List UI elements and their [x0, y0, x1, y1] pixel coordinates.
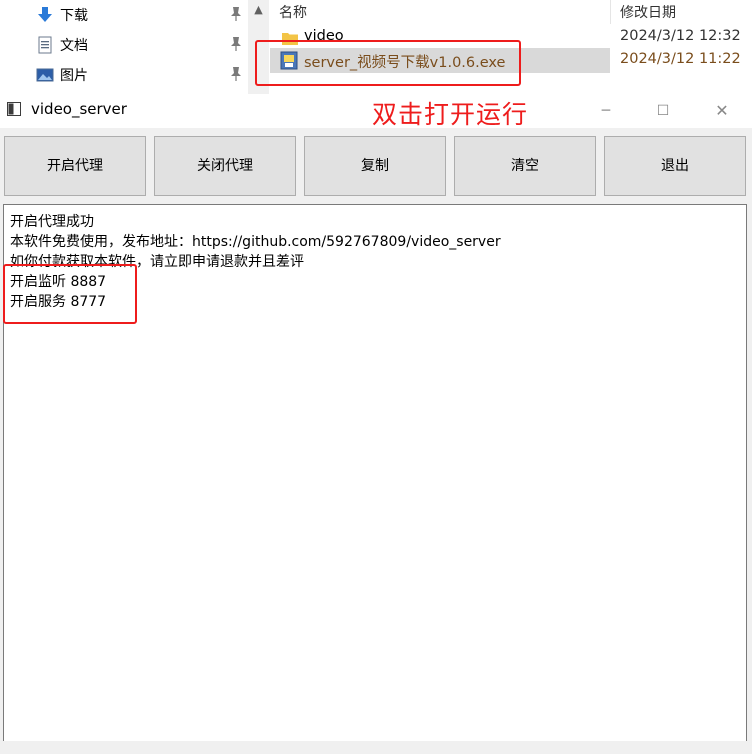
- maximize-icon[interactable]: ☐: [648, 100, 678, 122]
- log-line: 开启代理成功: [10, 214, 94, 230]
- download-arrow-icon: [38, 7, 52, 22]
- pictures-icon: [36, 68, 54, 82]
- copy-button[interactable]: 复制: [304, 136, 446, 196]
- exit-button[interactable]: 退出: [604, 136, 746, 196]
- app-window-icon: [7, 102, 21, 116]
- nav-item-label: 文档: [60, 38, 88, 54]
- nav-item-label: 下载: [60, 8, 88, 24]
- start-proxy-button[interactable]: 开启代理: [4, 136, 146, 196]
- title-bar[interactable]: video_server 双击打开运行 ─ ☐ ✕: [0, 94, 752, 129]
- clear-button[interactable]: 清空: [454, 136, 596, 196]
- nav-item-label: 图片: [60, 68, 88, 84]
- document-icon: [38, 36, 52, 54]
- column-header-name[interactable]: 名称: [279, 2, 307, 22]
- column-header-modified[interactable]: 修改日期: [620, 2, 676, 22]
- app-window: video_server 双击打开运行 ─ ☐ ✕ 开启代理 关闭代理 复制 清…: [0, 94, 752, 754]
- nav-item-pictures[interactable]: 图片: [0, 60, 250, 90]
- ports-highlight-box: [3, 264, 137, 324]
- file-explorer: 下载 文档 图片 ▲ 名称 修改日期 video 2024/3/12 12:32…: [0, 0, 752, 94]
- file-row-exe-date-cell[interactable]: 2024/3/12 11:22: [610, 48, 752, 73]
- close-icon[interactable]: ✕: [707, 100, 737, 122]
- window-title: video_server: [31, 100, 127, 118]
- pin-icon[interactable]: [229, 66, 243, 82]
- column-divider[interactable]: [610, 0, 611, 24]
- scroll-up-arrow-icon[interactable]: ▲: [248, 0, 269, 18]
- pin-icon[interactable]: [229, 36, 243, 52]
- nav-item-downloads[interactable]: 下载: [0, 0, 250, 30]
- file-modified: 2024/3/12 12:32: [620, 28, 741, 44]
- pin-icon[interactable]: [229, 6, 243, 22]
- minimize-icon[interactable]: ─: [591, 100, 621, 122]
- window-bottom-edge: [0, 741, 752, 754]
- stop-proxy-button[interactable]: 关闭代理: [154, 136, 296, 196]
- file-modified: 2024/3/12 11:22: [620, 51, 741, 67]
- nav-item-documents[interactable]: 文档: [0, 30, 250, 60]
- annotation-text: 双击打开运行: [372, 100, 529, 129]
- log-line: 本软件免费使用，发布地址：https://github.com/59276780…: [10, 234, 501, 250]
- exe-highlight-box: [255, 40, 521, 86]
- button-bar: 开启代理 关闭代理 复制 清空 退出: [0, 128, 752, 204]
